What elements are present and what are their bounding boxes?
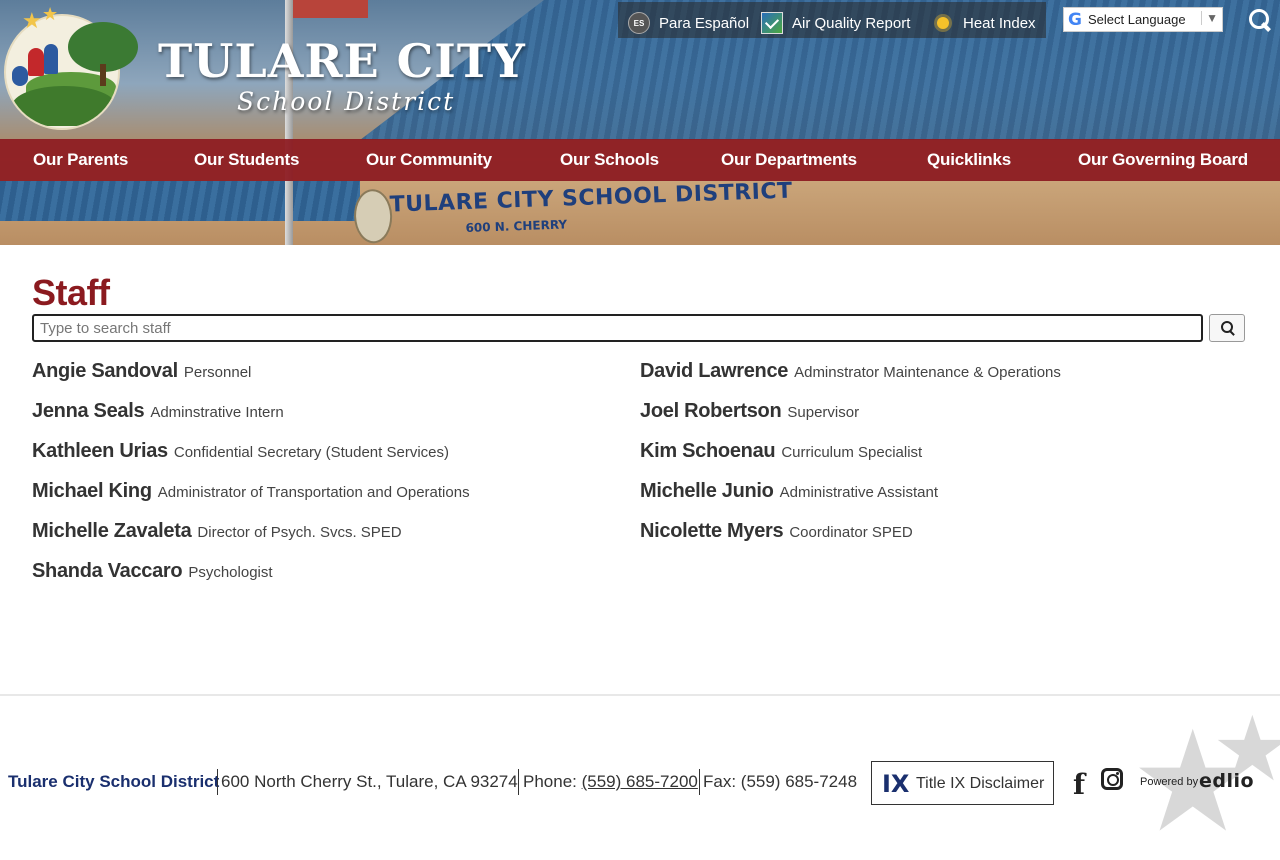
staff-role: Psychologist	[188, 564, 273, 581]
logo-figure	[44, 44, 58, 74]
district-logo[interactable]: ★ ★	[0, 4, 145, 130]
title-ix-link[interactable]: IX Title IX Disclaimer	[871, 761, 1054, 805]
nav-our-students[interactable]: Our Students	[194, 150, 299, 170]
air-quality-icon	[761, 12, 783, 34]
instagram-icon[interactable]	[1101, 768, 1123, 790]
nav-our-departments[interactable]: Our Departments	[721, 150, 857, 170]
espanol-link[interactable]: ES Para Español	[628, 12, 749, 34]
footer-phone-link[interactable]: (559) 685-7200	[582, 772, 698, 791]
staff-name[interactable]: Angie Sandoval	[32, 360, 178, 382]
staff-role: Adminstrative Intern	[150, 404, 284, 421]
chevron-down-icon: ▼	[1201, 11, 1218, 25]
footer-address: 600 North Cherry St., Tulare, CA 93274	[221, 772, 518, 791]
main-nav: Our Parents Our Students Our Community O…	[0, 139, 1280, 181]
edlio-logo[interactable]: edlio	[1199, 770, 1254, 792]
footer-fax: Fax: (559) 685-7248	[703, 772, 858, 791]
air-quality-link[interactable]: Air Quality Report	[761, 12, 910, 34]
staff-role: Coordinator SPED	[789, 524, 913, 541]
staff-entry[interactable]: Kathleen Urias Confidential Secretary (St…	[32, 440, 449, 463]
powered-by-label: Powered by	[1140, 776, 1199, 788]
staff-search-button[interactable]	[1209, 314, 1245, 342]
nav-quicklinks[interactable]: Quicklinks	[927, 150, 1011, 170]
staff-name[interactable]: Kathleen Urias	[32, 440, 168, 462]
star-icon: ★	[42, 4, 59, 24]
header-banner: TULARE CITY SCHOOL DISTRICT 600 N. CHERR…	[0, 0, 1280, 245]
staff-role: Personnel	[183, 364, 252, 381]
flag	[293, 0, 368, 18]
staff-entry[interactable]: Shanda Vaccaro Psychologist	[32, 560, 273, 583]
sign-emblem	[353, 188, 394, 244]
heat-index-label: Heat Index	[963, 14, 1036, 32]
staff-name[interactable]: Jenna Seals	[32, 400, 145, 422]
star-icon: ★	[22, 8, 42, 33]
air-quality-label: Air Quality Report	[792, 14, 911, 32]
title-ix-label: Title IX Disclaimer	[916, 775, 1045, 792]
nav-our-parents[interactable]: Our Parents	[33, 150, 128, 170]
nav-our-schools[interactable]: Our Schools	[560, 150, 659, 170]
logo-figure	[12, 66, 28, 86]
staff-role: Curriculum Specialist	[781, 444, 923, 461]
main-content	[0, 245, 1280, 695]
staff-entry[interactable]: Michelle Junio Administrative Assistant	[640, 480, 938, 503]
staff-entry[interactable]: Angie Sandoval Personnel	[32, 360, 251, 383]
footer-phone: Phone: (559) 685-7200	[523, 772, 698, 792]
staff-entry[interactable]: Michelle Zavaleta Director of Psych. Svcs…	[32, 520, 402, 543]
staff-name[interactable]: Michelle Junio	[640, 480, 774, 502]
logo-figure	[28, 48, 44, 76]
staff-entry[interactable]: Jenna Seals Adminstrative Intern	[32, 400, 284, 423]
espanol-label: Para Español	[659, 14, 750, 32]
staff-name[interactable]: Joel Robertson	[640, 400, 782, 422]
nav-our-community[interactable]: Our Community	[366, 150, 492, 170]
language-label: Select Language	[1087, 12, 1186, 27]
page-title: Staff	[32, 272, 110, 313]
staff-role: Supervisor	[787, 404, 860, 421]
google-icon: G	[1068, 9, 1082, 30]
building-sign: TULARE CITY SCHOOL DISTRICT 600 N. CHERR…	[349, 176, 793, 245]
staff-entry[interactable]: Kim Schoenau Curriculum Specialist	[640, 440, 922, 463]
staff-name[interactable]: Michelle Zavaleta	[32, 520, 192, 542]
staff-role: Administrative Assistant	[779, 484, 939, 501]
title-ix-icon: IX	[882, 770, 910, 798]
staff-name[interactable]: Nicolette Myers	[640, 520, 784, 542]
staff-role: Administrator of Transportation and Oper…	[157, 484, 470, 501]
site-title[interactable]: TULARE CITY	[158, 34, 526, 88]
site-search-button[interactable]	[1247, 7, 1273, 33]
staff-entry[interactable]: Joel Robertson Supervisor	[640, 400, 859, 423]
staff-name[interactable]: Shanda Vaccaro	[32, 560, 183, 582]
staff-entry[interactable]: David Lawrence Adminstrator Maintenance &…	[640, 360, 1061, 383]
staff-role: Adminstrator Maintenance & Operations	[794, 364, 1061, 381]
utility-bar: ES Para Español Air Quality Report Heat …	[618, 2, 1046, 38]
sign-address: 600 N. CHERRY	[465, 217, 568, 235]
staff-name[interactable]: Kim Schoenau	[640, 440, 776, 462]
staff-role: Confidential Secretary (Student Services…	[173, 444, 449, 461]
footer-phone-label: Phone:	[523, 772, 582, 791]
language-select[interactable]: G Select Language ▼	[1063, 7, 1223, 32]
staff-search-input[interactable]	[32, 314, 1203, 342]
staff-role: Director of Psych. Svcs. SPED	[197, 524, 402, 541]
staff-name[interactable]: Michael King	[32, 480, 152, 502]
footer-district-name[interactable]: Tulare City School District	[8, 772, 219, 792]
staff-name[interactable]: David Lawrence	[640, 360, 788, 382]
staff-entry[interactable]: Nicolette Myers Coordinator SPED	[640, 520, 913, 543]
site-subtitle[interactable]: School District	[237, 87, 455, 116]
sun-icon	[932, 12, 954, 34]
facebook-icon[interactable]: f	[1073, 768, 1085, 801]
staff-entry[interactable]: Michael King Administrator of Transportat…	[32, 480, 470, 503]
nav-our-governing-board[interactable]: Our Governing Board	[1078, 150, 1248, 170]
heat-index-link[interactable]: Heat Index	[932, 12, 1036, 34]
es-language-icon: ES	[628, 12, 650, 34]
